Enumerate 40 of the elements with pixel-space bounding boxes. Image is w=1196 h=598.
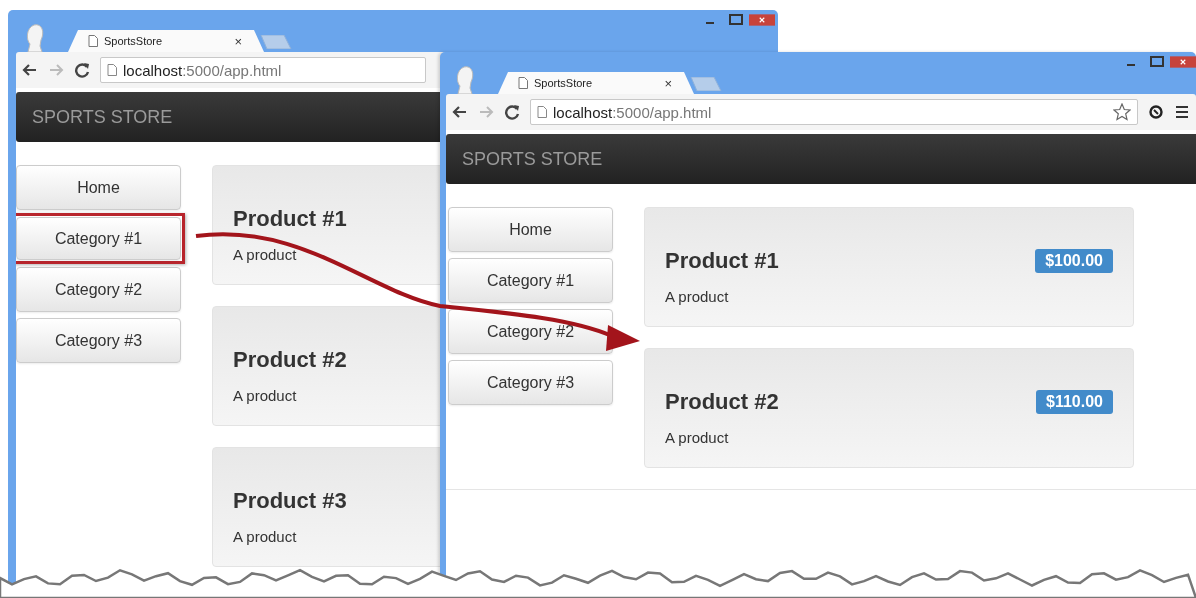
tab-title: SportsStore [104, 35, 164, 47]
product-name: Product #2 [665, 389, 779, 415]
product-description: A product [665, 288, 730, 305]
category-button[interactable]: Home [16, 165, 181, 210]
star-icon[interactable] [1113, 103, 1131, 121]
category-button[interactable]: Category #1 [448, 258, 613, 303]
product-name: Product #1 [665, 248, 779, 274]
url-text: localhost:5000/app.html [553, 103, 712, 121]
category-button[interactable]: Category #3 [16, 318, 181, 363]
url-text: localhost:5000/app.html [123, 61, 282, 79]
close-tab-button[interactable]: × [664, 75, 672, 91]
product-description: A product [233, 528, 298, 545]
back-arrow-icon[interactable] [452, 104, 468, 120]
page-icon [518, 77, 528, 89]
page-icon [537, 106, 547, 118]
reload-icon[interactable] [74, 62, 90, 78]
product-name: Product #1 [233, 206, 347, 232]
product-name: Product #3 [233, 488, 347, 514]
close-tab-button[interactable]: × [234, 33, 242, 49]
reload-icon[interactable] [504, 104, 520, 120]
page-icon [107, 64, 117, 76]
category-button[interactable]: Category #2 [16, 267, 181, 312]
menu-icon[interactable] [1174, 104, 1190, 120]
back-arrow-icon[interactable] [22, 62, 38, 78]
category-button[interactable]: Home [448, 207, 613, 252]
page-icon [88, 35, 98, 47]
price-badge: $110.00 [1036, 390, 1113, 414]
browser-tab[interactable]: SportsStore × [498, 72, 694, 94]
browser-tab[interactable]: SportsStore × [68, 30, 264, 52]
brand-link[interactable]: SPORTS STORE [32, 106, 173, 128]
product-description: A product [665, 429, 730, 446]
address-bar[interactable]: localhost:5000/app.html [530, 99, 1138, 125]
category-button[interactable]: Category #3 [448, 360, 613, 405]
address-bar[interactable]: localhost:5000/app.html [100, 57, 426, 83]
category-button[interactable]: Category #2 [448, 309, 613, 354]
brand-link[interactable]: SPORTS STORE [462, 148, 603, 170]
product-name: Product #2 [233, 347, 347, 373]
tab-title: SportsStore [534, 77, 594, 89]
price-badge: $100.00 [1035, 249, 1113, 273]
category-button[interactable]: Category #1 [16, 217, 181, 260]
